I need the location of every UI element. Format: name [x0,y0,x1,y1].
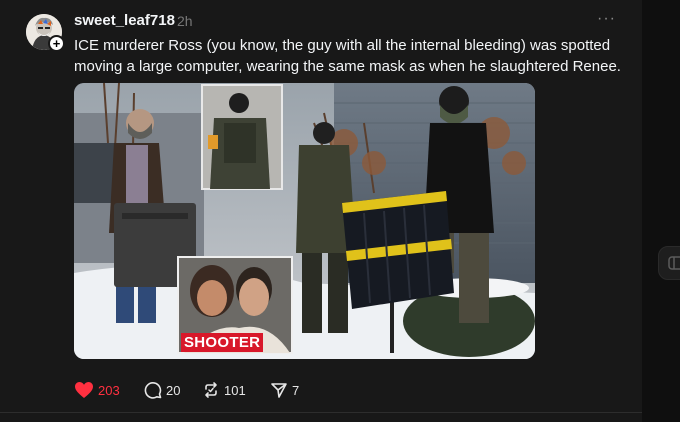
post-image[interactable]: SHOOTER [74,83,535,359]
image-caption-badge: SHOOTER [181,333,264,352]
side-toggle-button[interactable] [658,246,680,280]
reply-count: 20 [166,382,181,398]
more-icon[interactable]: ··· [597,10,616,28]
heart-icon [75,382,93,398]
side-toggle-icon [668,256,680,270]
right-pane [642,0,680,422]
action-bar: 203 20 101 7 [74,380,299,400]
post-text: ICE murderer Ross (you know, the guy wit… [74,37,621,75]
repost-count: 101 [224,382,246,398]
follow-plus-icon[interactable]: + [48,35,65,52]
share-count: 7 [292,382,300,398]
reply-icon [144,382,162,399]
username[interactable]: sweet_leaf718 [74,12,175,29]
repost-button[interactable]: 101 [202,380,270,400]
post-time: 2h [177,13,193,29]
share-icon [271,383,287,398]
like-count: 203 [98,382,120,398]
repost-icon [205,382,217,398]
reply-button[interactable]: 20 [144,380,202,400]
like-button[interactable]: 203 [74,380,144,400]
share-button[interactable]: 7 [270,380,299,400]
post-divider [0,412,642,413]
